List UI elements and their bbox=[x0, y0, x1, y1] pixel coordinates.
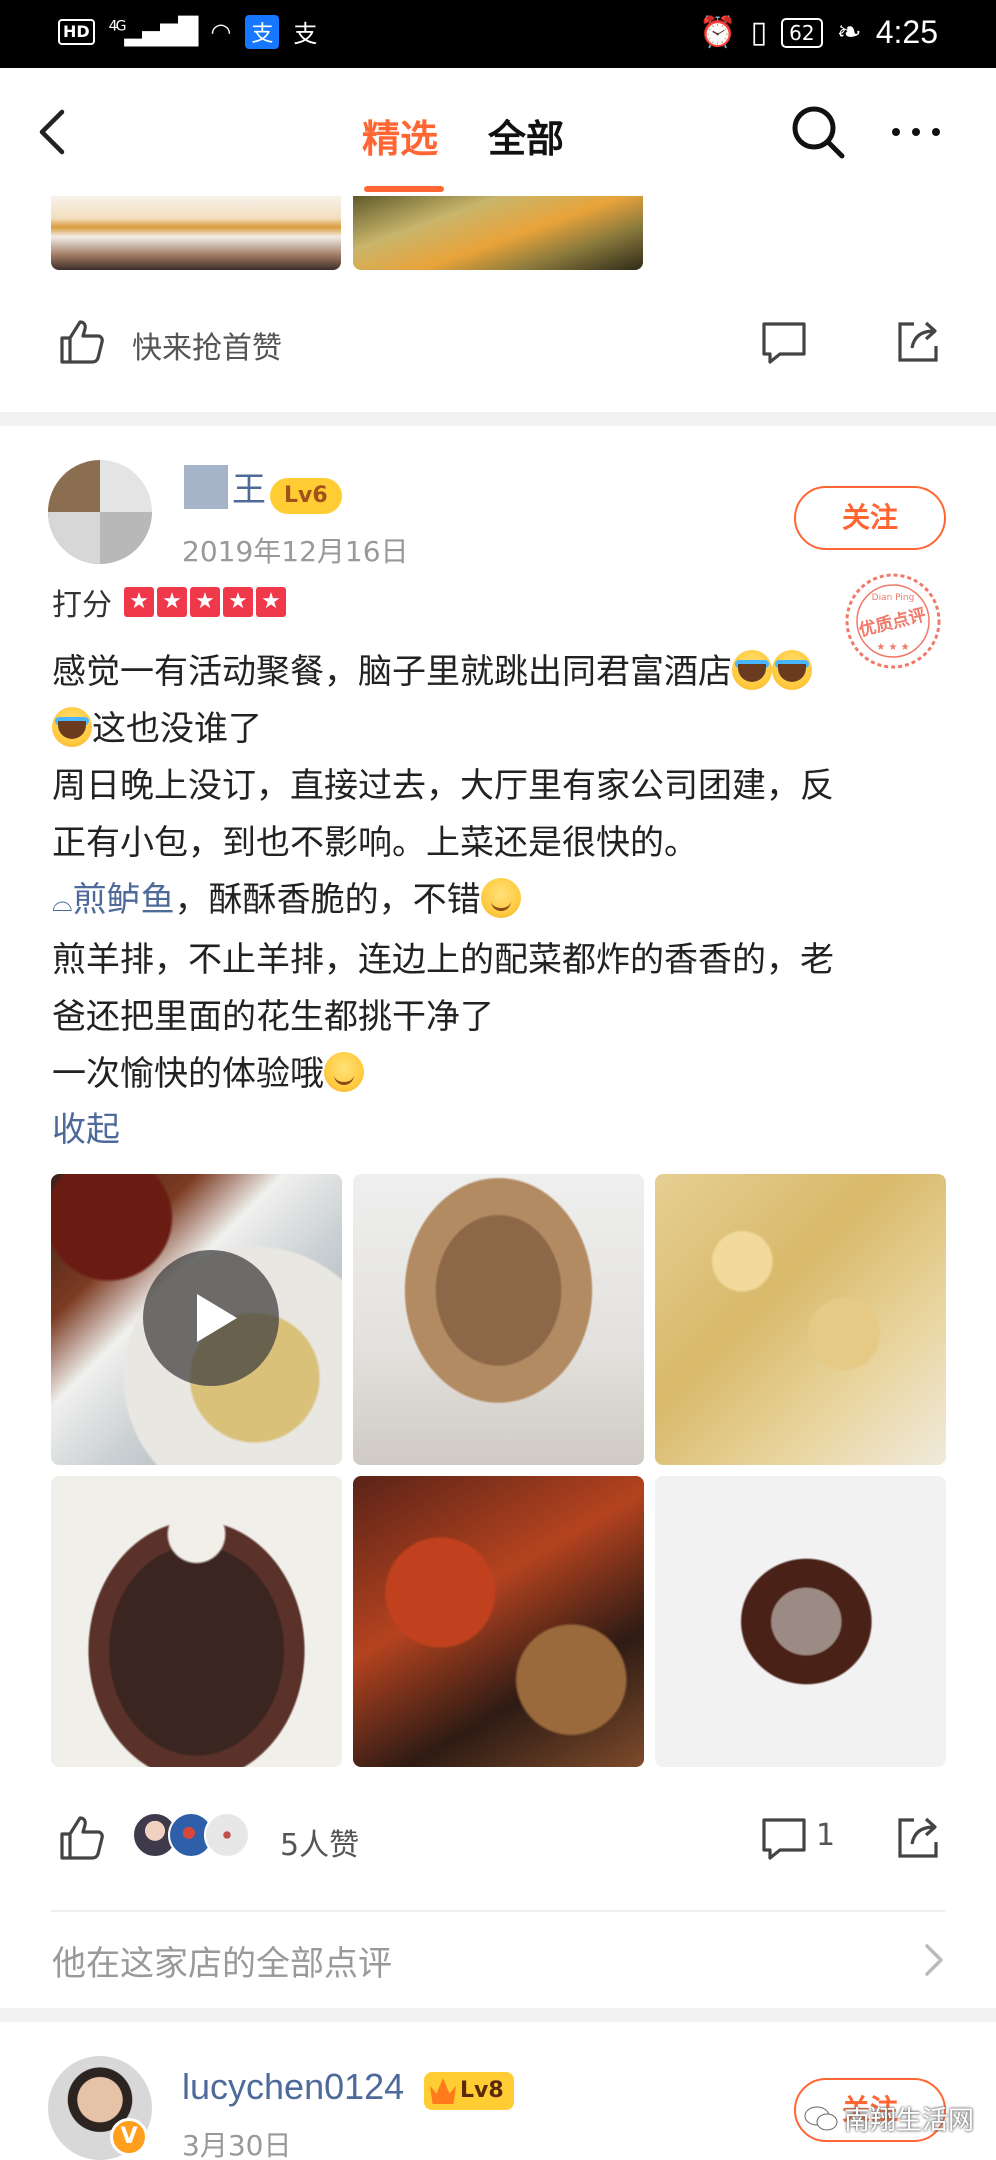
review-line: 感觉一有活动聚餐，脑子里就跳出同君富酒店 bbox=[52, 644, 952, 701]
review-line: 一次愉快的体验哦 bbox=[52, 1046, 952, 1103]
follow-button[interactable]: 关注 bbox=[794, 486, 946, 550]
username-redacted bbox=[184, 464, 228, 509]
signal-icon: 4G▂▄▆█ bbox=[108, 16, 199, 47]
dish-icon: ⌓ bbox=[52, 888, 73, 918]
active-tab-indicator bbox=[364, 186, 444, 192]
smile-emoji-icon bbox=[480, 878, 521, 918]
review-photo-video[interactable] bbox=[51, 1174, 342, 1465]
more-options-icon[interactable] bbox=[888, 118, 944, 146]
star-icon: ★ bbox=[124, 587, 154, 617]
review-line: 周日晚上没订，直接过去，大厅里有家公司团建，反 bbox=[52, 766, 834, 806]
clock: 4:25 bbox=[875, 14, 938, 50]
reviewer-name[interactable]: lucychen0124 bbox=[182, 2066, 404, 2108]
review-date: 3月30日 bbox=[182, 2129, 292, 2160]
comment-icon[interactable] bbox=[758, 1812, 810, 1864]
comment-icon[interactable] bbox=[758, 316, 810, 368]
collapse-link[interactable]: 收起 bbox=[52, 1102, 120, 1151]
thumbs-up-icon[interactable] bbox=[56, 1812, 108, 1864]
hd-icon: HD bbox=[58, 18, 95, 45]
stamp-en-text: Dian Ping bbox=[872, 593, 915, 603]
wifi-icon: ◠ bbox=[210, 17, 232, 46]
prev-review-photo[interactable] bbox=[51, 196, 341, 270]
play-icon[interactable] bbox=[143, 1250, 279, 1386]
review-photo[interactable] bbox=[353, 1174, 644, 1465]
thumbs-up-icon[interactable] bbox=[56, 316, 108, 368]
review-line: 煎羊排，不止羊排，连边上的配菜都炸的香香的，老 bbox=[52, 940, 834, 980]
review-photo[interactable] bbox=[51, 1476, 342, 1767]
status-left: HD 4G▂▄▆█ ◠ 支 支 bbox=[58, 14, 317, 49]
vibrate-icon: ▯ bbox=[750, 15, 768, 50]
top-nav-bar: 精选 全部 bbox=[0, 68, 996, 196]
share-icon[interactable] bbox=[892, 1812, 944, 1864]
crying-emoji-icon bbox=[772, 650, 812, 690]
star-icon: ★ bbox=[157, 587, 187, 617]
star-icon: ★ bbox=[256, 587, 286, 617]
prev-review-actions: 快来抢首赞 bbox=[0, 298, 996, 388]
card-divider bbox=[0, 2008, 996, 2022]
search-icon[interactable] bbox=[788, 102, 848, 162]
alipay-icon: 支 bbox=[245, 14, 280, 49]
crying-emoji-icon bbox=[732, 650, 772, 690]
status-bar: HD 4G▂▄▆█ ◠ 支 支 ⏰ ▯ 62 ❧ 4:25 bbox=[0, 0, 996, 68]
chevron-right-icon[interactable] bbox=[922, 1942, 946, 1978]
review-photo[interactable] bbox=[655, 1476, 946, 1767]
watermark: 南翔生活网 bbox=[804, 2100, 974, 2137]
rating-label: 打分 bbox=[52, 588, 112, 623]
review-line: 正有小包，到也不影响。上菜还是很快的。 bbox=[52, 823, 698, 863]
back-arrow-icon[interactable] bbox=[26, 104, 82, 160]
review-line: ⌓煎鲈鱼，酥酥香脆的，不错 bbox=[52, 872, 952, 932]
review-body: 感觉一有活动聚餐，脑子里就跳出同君富酒店 这也没谁了 周日晚上没订，直接过去，大… bbox=[52, 644, 952, 1103]
first-like-prompt[interactable]: 快来抢首赞 bbox=[132, 323, 282, 367]
smile-emoji-icon bbox=[324, 1052, 364, 1092]
review-photo[interactable] bbox=[353, 1476, 644, 1767]
star-rating: ★ ★ ★ ★ ★ bbox=[124, 587, 286, 617]
comment-count[interactable]: 1 bbox=[816, 1818, 835, 1853]
row-divider bbox=[51, 1910, 945, 1912]
avatar[interactable] bbox=[48, 460, 152, 564]
watermark-text: 南翔生活网 bbox=[844, 2106, 975, 2136]
review-date: 2019年12月16日 bbox=[182, 535, 409, 568]
alipay-outline-icon: 支 bbox=[293, 20, 318, 48]
tab-all[interactable]: 全部 bbox=[488, 108, 564, 163]
share-icon[interactable] bbox=[892, 316, 944, 368]
star-icon: ★ bbox=[223, 587, 253, 617]
liker-avatar bbox=[204, 1812, 250, 1858]
crown-icon bbox=[430, 2078, 456, 2104]
vip-badge: V bbox=[110, 2118, 148, 2156]
level-badge: Lv8 bbox=[424, 2072, 514, 2110]
status-right: ⏰ ▯ 62 ❧ 4:25 bbox=[699, 14, 938, 51]
stamp-text: 优质点评 bbox=[857, 604, 928, 641]
alarm-icon: ⏰ bbox=[699, 15, 737, 50]
review-photo[interactable] bbox=[655, 1174, 946, 1465]
prev-review-photo[interactable] bbox=[353, 196, 643, 270]
reviewer-name[interactable]: 王 bbox=[184, 462, 266, 511]
star-icon: ★ bbox=[190, 587, 220, 617]
crying-emoji-icon bbox=[52, 707, 92, 747]
battery-icon: 62 bbox=[781, 17, 823, 48]
dish-link[interactable]: ⌓煎鲈鱼 bbox=[52, 880, 175, 920]
level-badge: Lv6 bbox=[270, 478, 342, 514]
network-type: 4G bbox=[108, 17, 127, 34]
leaf-icon: ❧ bbox=[836, 15, 862, 50]
card-divider bbox=[0, 412, 996, 426]
tab-featured[interactable]: 精选 bbox=[362, 108, 438, 163]
like-count[interactable]: 5人赞 bbox=[280, 1820, 359, 1864]
wechat-icon bbox=[804, 2106, 838, 2130]
review-line: 这也没谁了 bbox=[52, 701, 952, 758]
liker-avatars[interactable] bbox=[132, 1812, 250, 1858]
reviewer-name-text: 王 bbox=[232, 470, 266, 510]
all-reviews-link[interactable]: 他在这家店的全部点评 bbox=[52, 1936, 392, 1985]
review-line: 爸还把里面的花生都挑干净了 bbox=[52, 997, 494, 1037]
rating-row: 打分 ★ ★ ★ ★ ★ bbox=[52, 580, 286, 624]
